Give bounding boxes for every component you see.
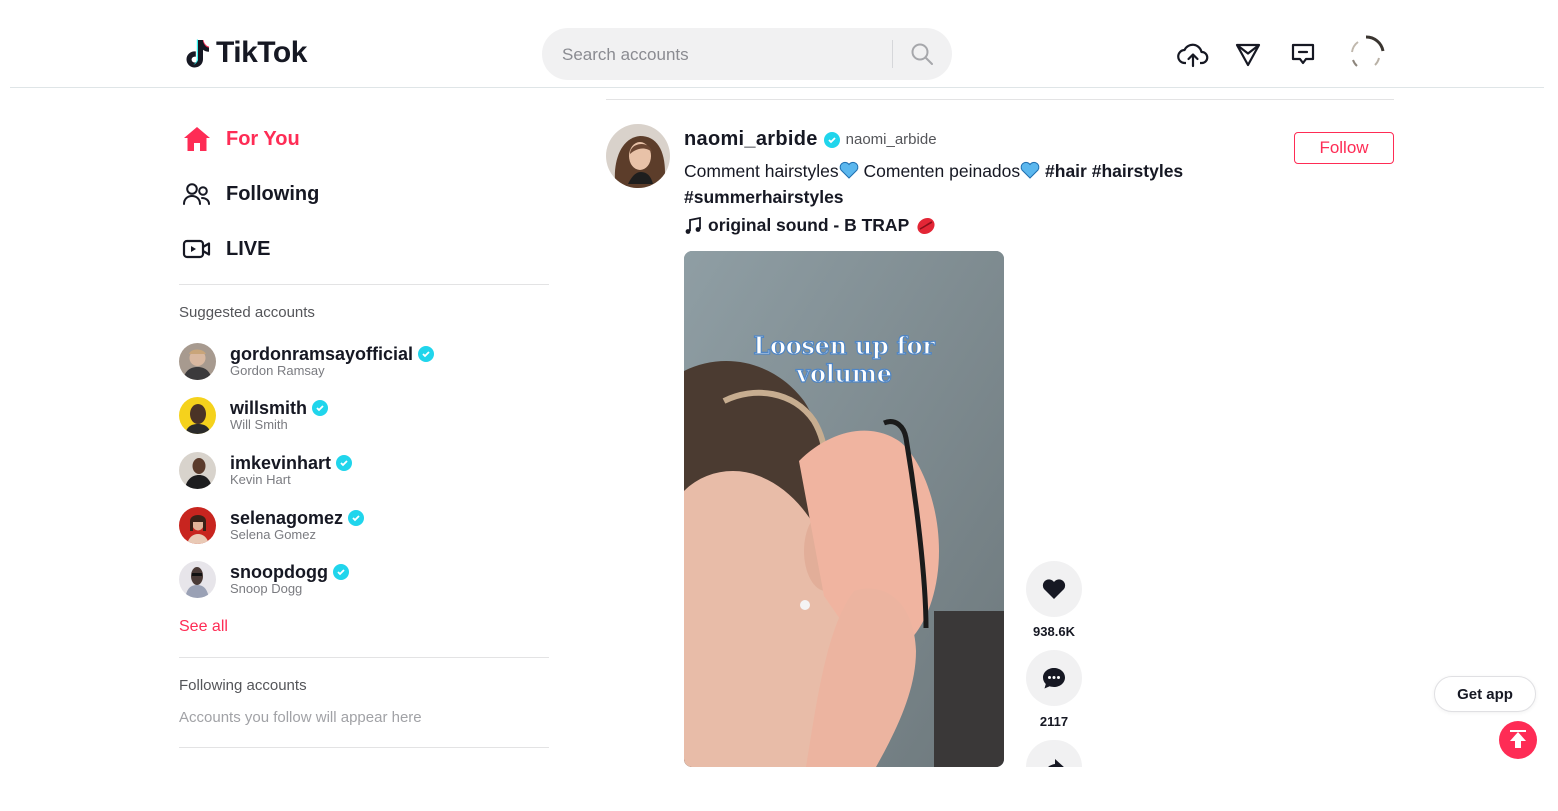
suggested-account-snoopdogg[interactable]: snoopdogg Snoop Dogg xyxy=(179,557,479,601)
comment-count: 2117 xyxy=(1039,714,1069,729)
see-all-link[interactable]: See all xyxy=(179,618,228,636)
home-icon xyxy=(182,124,212,154)
nav-for-you[interactable]: For You xyxy=(182,124,300,154)
profile-avatar[interactable] xyxy=(1346,34,1386,74)
comment-button[interactable] xyxy=(1026,650,1082,706)
search-icon xyxy=(911,43,933,65)
account-display-name: Will Smith xyxy=(230,417,288,432)
account-display-name: Gordon Ramsay xyxy=(230,363,325,378)
heart-icon xyxy=(1042,579,1066,599)
suggested-account-imkevinhart[interactable]: imkevinhart Kevin Hart xyxy=(179,448,479,492)
inbox-button[interactable] xyxy=(1286,38,1320,72)
avatar xyxy=(179,451,216,489)
share-button[interactable] xyxy=(1026,740,1082,767)
live-icon xyxy=(182,234,212,264)
messages-button[interactable] xyxy=(1231,38,1265,72)
account-username: gordonramsayofficial xyxy=(230,344,414,364)
caption-text: Comment hairstyles xyxy=(684,161,839,181)
avatar xyxy=(179,506,216,544)
following-empty-note: Accounts you follow will appear here xyxy=(179,709,422,726)
account-username: willsmith xyxy=(230,398,308,418)
send-icon xyxy=(1235,43,1261,67)
account-display-name: Selena Gomez xyxy=(230,527,316,542)
comment-icon xyxy=(1043,668,1065,689)
search-input[interactable] xyxy=(560,42,884,68)
account-display-name: Kevin Hart xyxy=(230,472,291,487)
post-author-avatar[interactable] xyxy=(606,124,670,188)
nav-live-label: LIVE xyxy=(226,237,271,260)
music-title: original sound - B TRAP xyxy=(708,215,910,235)
video-frame-image xyxy=(684,251,1004,767)
hashtag-link[interactable]: #hair xyxy=(1045,161,1087,181)
search-button[interactable] xyxy=(906,40,938,68)
hashtag-link[interactable]: #summerhairstyles xyxy=(684,187,844,207)
blue-heart-icon xyxy=(1020,161,1040,179)
avatar xyxy=(179,560,216,598)
like-button[interactable] xyxy=(1026,561,1082,617)
cloud-upload-icon xyxy=(1177,43,1209,68)
account-username: selenagomez xyxy=(230,508,344,528)
following-accounts-title: Following accounts xyxy=(179,677,307,694)
caption-text: Comenten peinados xyxy=(858,161,1021,181)
back-to-top-button[interactable] xyxy=(1499,721,1537,759)
search-divider xyxy=(892,40,893,68)
verified-badge-icon xyxy=(332,564,349,580)
sidebar-divider xyxy=(179,284,549,285)
avatar xyxy=(179,342,216,380)
post-music[interactable]: original sound - B TRAP xyxy=(684,215,937,236)
suggested-account-gordonramsayofficial[interactable]: gordonramsayofficial Gordon Ramsay xyxy=(179,339,479,383)
feed-divider xyxy=(606,99,1394,100)
get-app-button[interactable]: Get app xyxy=(1434,676,1536,712)
video-overlay-text: volume xyxy=(796,358,893,388)
blue-heart-icon xyxy=(839,161,858,179)
logo-text: TikTok xyxy=(216,36,307,69)
music-note-icon xyxy=(685,216,701,234)
verified-badge-icon xyxy=(312,400,329,416)
video-overlay-text: Loosen up for xyxy=(753,330,936,360)
people-icon xyxy=(182,179,212,209)
top-header: TikTok xyxy=(10,0,1544,88)
nav-for-you-label: For You xyxy=(226,127,300,150)
hashtag-link[interactable]: #hairstyles xyxy=(1092,161,1183,181)
post-caption: Comment hairstyles Comenten peinados #ha… xyxy=(684,158,1244,210)
nav-following-label: Following xyxy=(226,182,320,205)
verified-badge-icon xyxy=(348,510,365,526)
suggested-accounts-title: Suggested accounts xyxy=(179,304,315,321)
suggested-account-selenagomez[interactable]: selenagomez Selena Gomez xyxy=(179,503,479,547)
post-author[interactable]: naomi_arbide naomi_arbide xyxy=(684,128,937,151)
account-display-name: Snoop Dogg xyxy=(230,581,303,596)
inbox-icon xyxy=(1291,43,1315,65)
sidebar-divider xyxy=(179,747,549,748)
account-username: snoopdogg xyxy=(230,562,328,582)
verified-badge-icon xyxy=(336,455,353,471)
verified-badge-icon xyxy=(418,346,435,362)
search-bar[interactable] xyxy=(542,28,952,80)
upload-button[interactable] xyxy=(1176,38,1210,72)
nav-live[interactable]: LIVE xyxy=(182,234,270,264)
verified-badge-icon xyxy=(823,131,840,148)
tiktok-logo[interactable]: TikTok xyxy=(184,36,307,70)
like-count: 938.6K xyxy=(1033,624,1075,639)
suggested-account-willsmith[interactable]: willsmith Will Smith xyxy=(179,393,479,437)
post-username: naomi_arbide xyxy=(684,128,818,150)
post-nickname: naomi_arbide xyxy=(845,131,937,148)
sidebar-divider xyxy=(179,657,549,658)
arrow-up-icon xyxy=(1510,730,1526,748)
nav-following[interactable]: Following xyxy=(182,179,319,209)
avatar xyxy=(179,396,216,434)
follow-button[interactable]: Follow xyxy=(1294,132,1394,164)
video-player[interactable]: Loosen up for volume xyxy=(684,251,1004,767)
lips-emoji-icon xyxy=(917,217,935,234)
profile-avatar-image xyxy=(1347,35,1385,73)
tiktok-note-icon xyxy=(186,39,209,68)
share-icon xyxy=(1048,759,1064,767)
account-username: imkevinhart xyxy=(230,453,332,473)
